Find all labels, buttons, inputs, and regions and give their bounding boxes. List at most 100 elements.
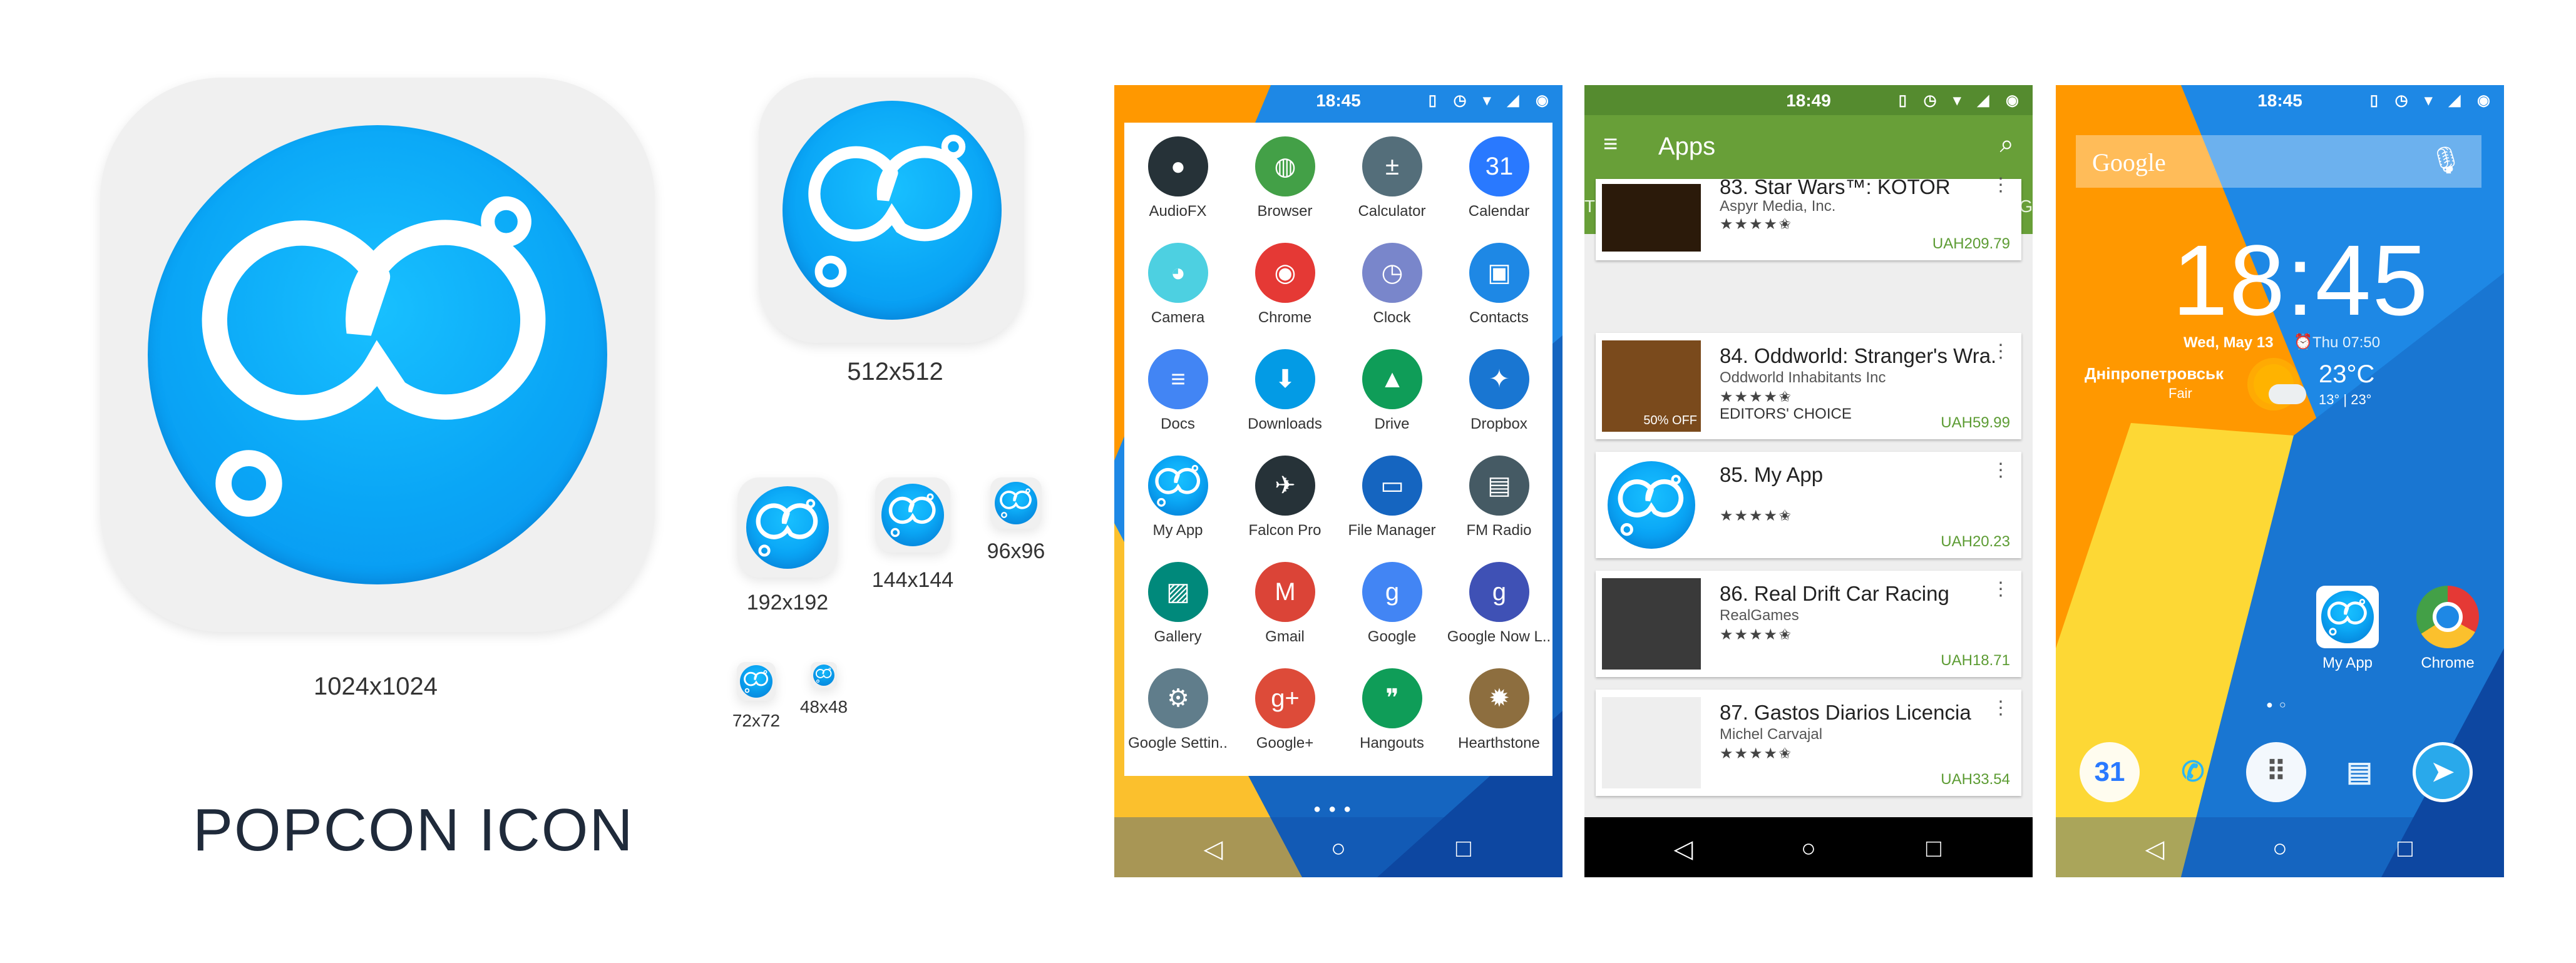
app-docs[interactable]: ≡ Docs	[1124, 335, 1231, 442]
home-icon[interactable]: ○	[2261, 835, 2299, 863]
menu-icon[interactable]: ≡	[1603, 130, 1618, 158]
calendar-icon: 31	[1469, 136, 1529, 196]
hangouts-icon: ❞	[1362, 668, 1422, 728]
popcon-icon	[813, 665, 834, 686]
toolbar-title: Apps	[1658, 133, 1716, 160]
home-icon[interactable]: ○	[1320, 835, 1357, 863]
messages-icon[interactable]: ▤	[2329, 742, 2389, 802]
shortcut-label: My App	[2322, 655, 2373, 671]
app-drawer-icon[interactable]: ⠿	[2246, 742, 2306, 802]
clock-icon: ◷	[1362, 243, 1422, 303]
app-label: Google+	[1256, 735, 1314, 752]
google-settings-icon: ⚙	[1148, 668, 1208, 728]
popcon-icon	[1148, 456, 1208, 516]
app-hangouts[interactable]: ❞ Hangouts	[1338, 655, 1445, 761]
overflow-menu-icon[interactable]: ⋮	[1991, 697, 2010, 719]
app-drive[interactable]: ▲ Drive	[1338, 335, 1445, 442]
app-gallery[interactable]: ▨ Gallery	[1124, 548, 1231, 655]
size-caption-1024: 1024x1024	[314, 673, 438, 700]
search-input[interactable]: Google	[2092, 148, 2166, 177]
list-item[interactable]: 50% OFF 84. Oddworld: Stranger's Wra.. Odd…	[1596, 333, 2021, 439]
popcon-icon	[995, 482, 1037, 524]
play-store-phone: 18:49 ▯ ◷ ▾ ◢ ◉ ≡ Apps ⌕ TEGORIESHOMETOP…	[1584, 85, 2033, 877]
list-item[interactable]: 83. Star Wars™: KOTOR Aspyr Media, Inc. UA…	[1596, 175, 2021, 260]
back-icon[interactable]: ◁	[1665, 835, 1702, 864]
list-item[interactable]: 87. Gastos Diarios Licencia Michel Carvaj…	[1596, 690, 2021, 796]
app-camera[interactable]: ◕ Camera	[1124, 229, 1231, 335]
app-browser[interactable]: ◍ Browser	[1231, 123, 1338, 229]
chrome-icon: ◉	[1255, 243, 1315, 303]
app-price: UAH209.79	[1932, 235, 2010, 252]
app-label: Dropbox	[1470, 415, 1527, 432]
app-label: File Manager	[1348, 522, 1436, 539]
list-item[interactable]: 86. Real Drift Car Racing RealGames UAH18.…	[1596, 571, 2021, 677]
app-contacts[interactable]: ▣ Contacts	[1445, 229, 1552, 335]
docs-icon: ≡	[1148, 349, 1208, 409]
app-my-app[interactable]: My App	[1124, 442, 1231, 548]
app-google[interactable]: g+ Google+	[1231, 655, 1338, 761]
nav-bar: ◁ ○ □	[1114, 817, 1563, 877]
home-shortcut-my-app[interactable]: My App	[2304, 586, 2391, 686]
back-icon[interactable]: ◁	[1194, 835, 1232, 864]
weather-temp: 23°C	[2319, 360, 2375, 388]
home-screen-phone: 18:45 ▯ ◷ ▾ ◢ ◉ Google 🎙 18:45 Wed, May …	[2056, 85, 2504, 877]
app-dropbox[interactable]: ✦ Dropbox	[1445, 335, 1552, 442]
app-falcon-pro[interactable]: ✈ Falcon Pro	[1231, 442, 1338, 548]
app-gmail[interactable]: M Gmail	[1231, 548, 1338, 655]
downloads-icon: ⬇	[1255, 349, 1315, 409]
app-clock[interactable]: ◷ Clock	[1338, 229, 1445, 335]
app-price: UAH18.71	[1941, 652, 2010, 669]
app-label: AudioFX	[1149, 203, 1207, 220]
telegram-icon[interactable]: ➤	[2413, 742, 2473, 802]
overflow-menu-icon[interactable]: ⋮	[1991, 459, 2010, 481]
overflow-menu-icon[interactable]: ⋮	[1991, 578, 2010, 600]
status-icons: ▯ ◷ ▾ ◢ ◉	[2369, 92, 2496, 109]
home-shortcut-chrome[interactable]: Chrome	[2404, 586, 2491, 686]
size-caption-72: 72x72	[732, 711, 781, 730]
app-label: FM Radio	[1466, 522, 1532, 539]
weather-sun-icon	[2244, 354, 2306, 417]
popcon-icon	[881, 484, 944, 546]
overflow-menu-icon[interactable]: ⋮	[1991, 340, 2010, 362]
app-fm-radio[interactable]: ▤ FM Radio	[1445, 442, 1552, 548]
app-thumbnail: 50% OFF	[1602, 340, 1701, 432]
discount-badge: 50% OFF	[1643, 414, 1697, 427]
search-icon[interactable]: ⌕	[2000, 130, 2014, 158]
app-google[interactable]: g Google	[1338, 548, 1445, 655]
app-label: Browser	[1257, 203, 1313, 220]
app-drawer-grid: ● AudioFX ◍ Browser ± Calculator 31 Calendar ◕ Ca…	[1124, 123, 1552, 776]
app-google-now-l[interactable]: g Google Now L..	[1445, 548, 1552, 655]
mic-icon[interactable]: 🎙	[2430, 145, 2463, 176]
app-hearthstone[interactable]: ✹ Hearthstone	[1445, 655, 1552, 761]
file-manager-icon: ▭	[1362, 456, 1422, 516]
app-label: Falcon Pro	[1248, 522, 1321, 539]
app-calendar[interactable]: 31 Calendar	[1445, 123, 1552, 229]
app-label: Calculator	[1358, 203, 1426, 220]
app-label: Google	[1367, 628, 1417, 645]
app-calculator[interactable]: ± Calculator	[1338, 123, 1445, 229]
home-icon[interactable]: ○	[1790, 835, 1827, 863]
calendar-icon[interactable]: 31	[2080, 742, 2140, 802]
recents-icon[interactable]: □	[1445, 835, 1482, 863]
clock-widget-alarm: Thu 07:50	[2312, 334, 2381, 351]
weather-city: Дніпропетровськ	[2085, 364, 2224, 383]
app-chrome[interactable]: ◉ Chrome	[1231, 229, 1338, 335]
search-bar[interactable]: Google 🎙	[2076, 135, 2481, 188]
list-item[interactable]: 85. My App UAH20.23 ★★★★✬ ⋮	[1596, 452, 2021, 558]
clock-widget-date: Wed, May 13	[2183, 334, 2274, 351]
app-google-settin[interactable]: ⚙ Google Settin..	[1124, 655, 1231, 761]
app-downloads[interactable]: ⬇ Downloads	[1231, 335, 1338, 442]
app-audiofx[interactable]: ● AudioFX	[1124, 123, 1231, 229]
camera-icon: ◕	[1148, 243, 1208, 303]
clock-widget-time: 18:45	[2172, 224, 2430, 336]
app-file-manager[interactable]: ▭ File Manager	[1338, 442, 1445, 548]
recents-icon[interactable]: □	[1915, 835, 1953, 863]
recents-icon[interactable]: □	[2386, 835, 2424, 863]
status-icons: ▯ ◷ ▾ ◢ ◉	[1428, 92, 1555, 109]
app-title: 85. My App	[1720, 463, 1824, 486]
app-title: 86. Real Drift Car Racing	[1720, 582, 1949, 605]
phone-icon[interactable]: ✆	[2163, 742, 2223, 802]
app-title: 83. Star Wars™: KOTOR	[1720, 175, 1951, 198]
overflow-menu-icon[interactable]: ⋮	[1991, 174, 2010, 196]
back-icon[interactable]: ◁	[2136, 835, 2173, 864]
